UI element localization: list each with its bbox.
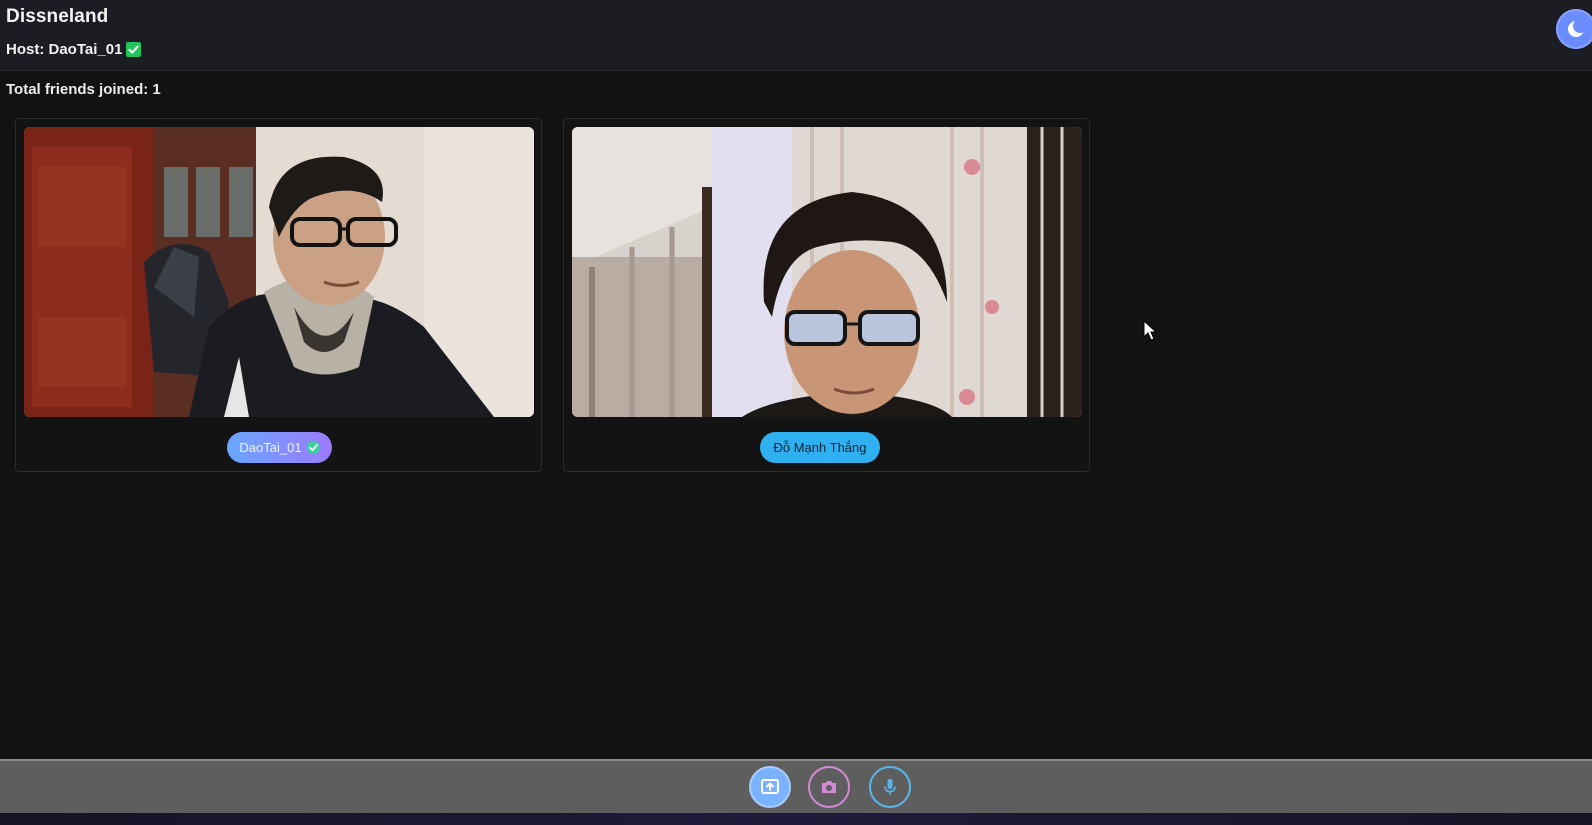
friends-joined-count: Total friends joined: 1	[6, 81, 161, 98]
participant-video	[572, 127, 1082, 417]
share-screen-button[interactable]	[749, 766, 791, 808]
webcam-feed-2	[572, 127, 1082, 417]
participant-name-badge: Đỗ Mạnh Thắng	[760, 432, 880, 463]
participant-name: Đỗ Mạnh Thắng	[773, 440, 867, 455]
verified-check-icon	[306, 441, 320, 454]
taskbar-strip	[0, 813, 1592, 825]
host-info: Host: DaoTai_01	[6, 41, 142, 58]
app-header: Dissneland Host: DaoTai_01	[0, 0, 1592, 71]
check-square-icon	[126, 42, 142, 57]
moon-icon	[1568, 19, 1587, 37]
camera-icon	[822, 781, 836, 793]
participant-name-badge: DaoTai_01	[227, 432, 332, 463]
participant-name: DaoTai_01	[239, 440, 302, 455]
mouse-cursor-icon	[1143, 320, 1157, 341]
webcam-feed-1	[24, 127, 534, 417]
room-title: Dissneland	[6, 6, 109, 27]
participant-tile: DaoTai_01	[15, 118, 542, 472]
host-label: Host: DaoTai_01	[6, 41, 123, 58]
participant-tile: Đỗ Mạnh Thắng	[563, 118, 1090, 472]
participant-video	[24, 127, 534, 417]
microphone-icon	[884, 779, 896, 795]
theme-toggle-button[interactable]	[1556, 9, 1592, 49]
screen-share-icon	[761, 779, 779, 794]
camera-button[interactable]	[808, 766, 850, 808]
microphone-button[interactable]	[869, 766, 911, 808]
call-controls-bar	[0, 759, 1592, 813]
